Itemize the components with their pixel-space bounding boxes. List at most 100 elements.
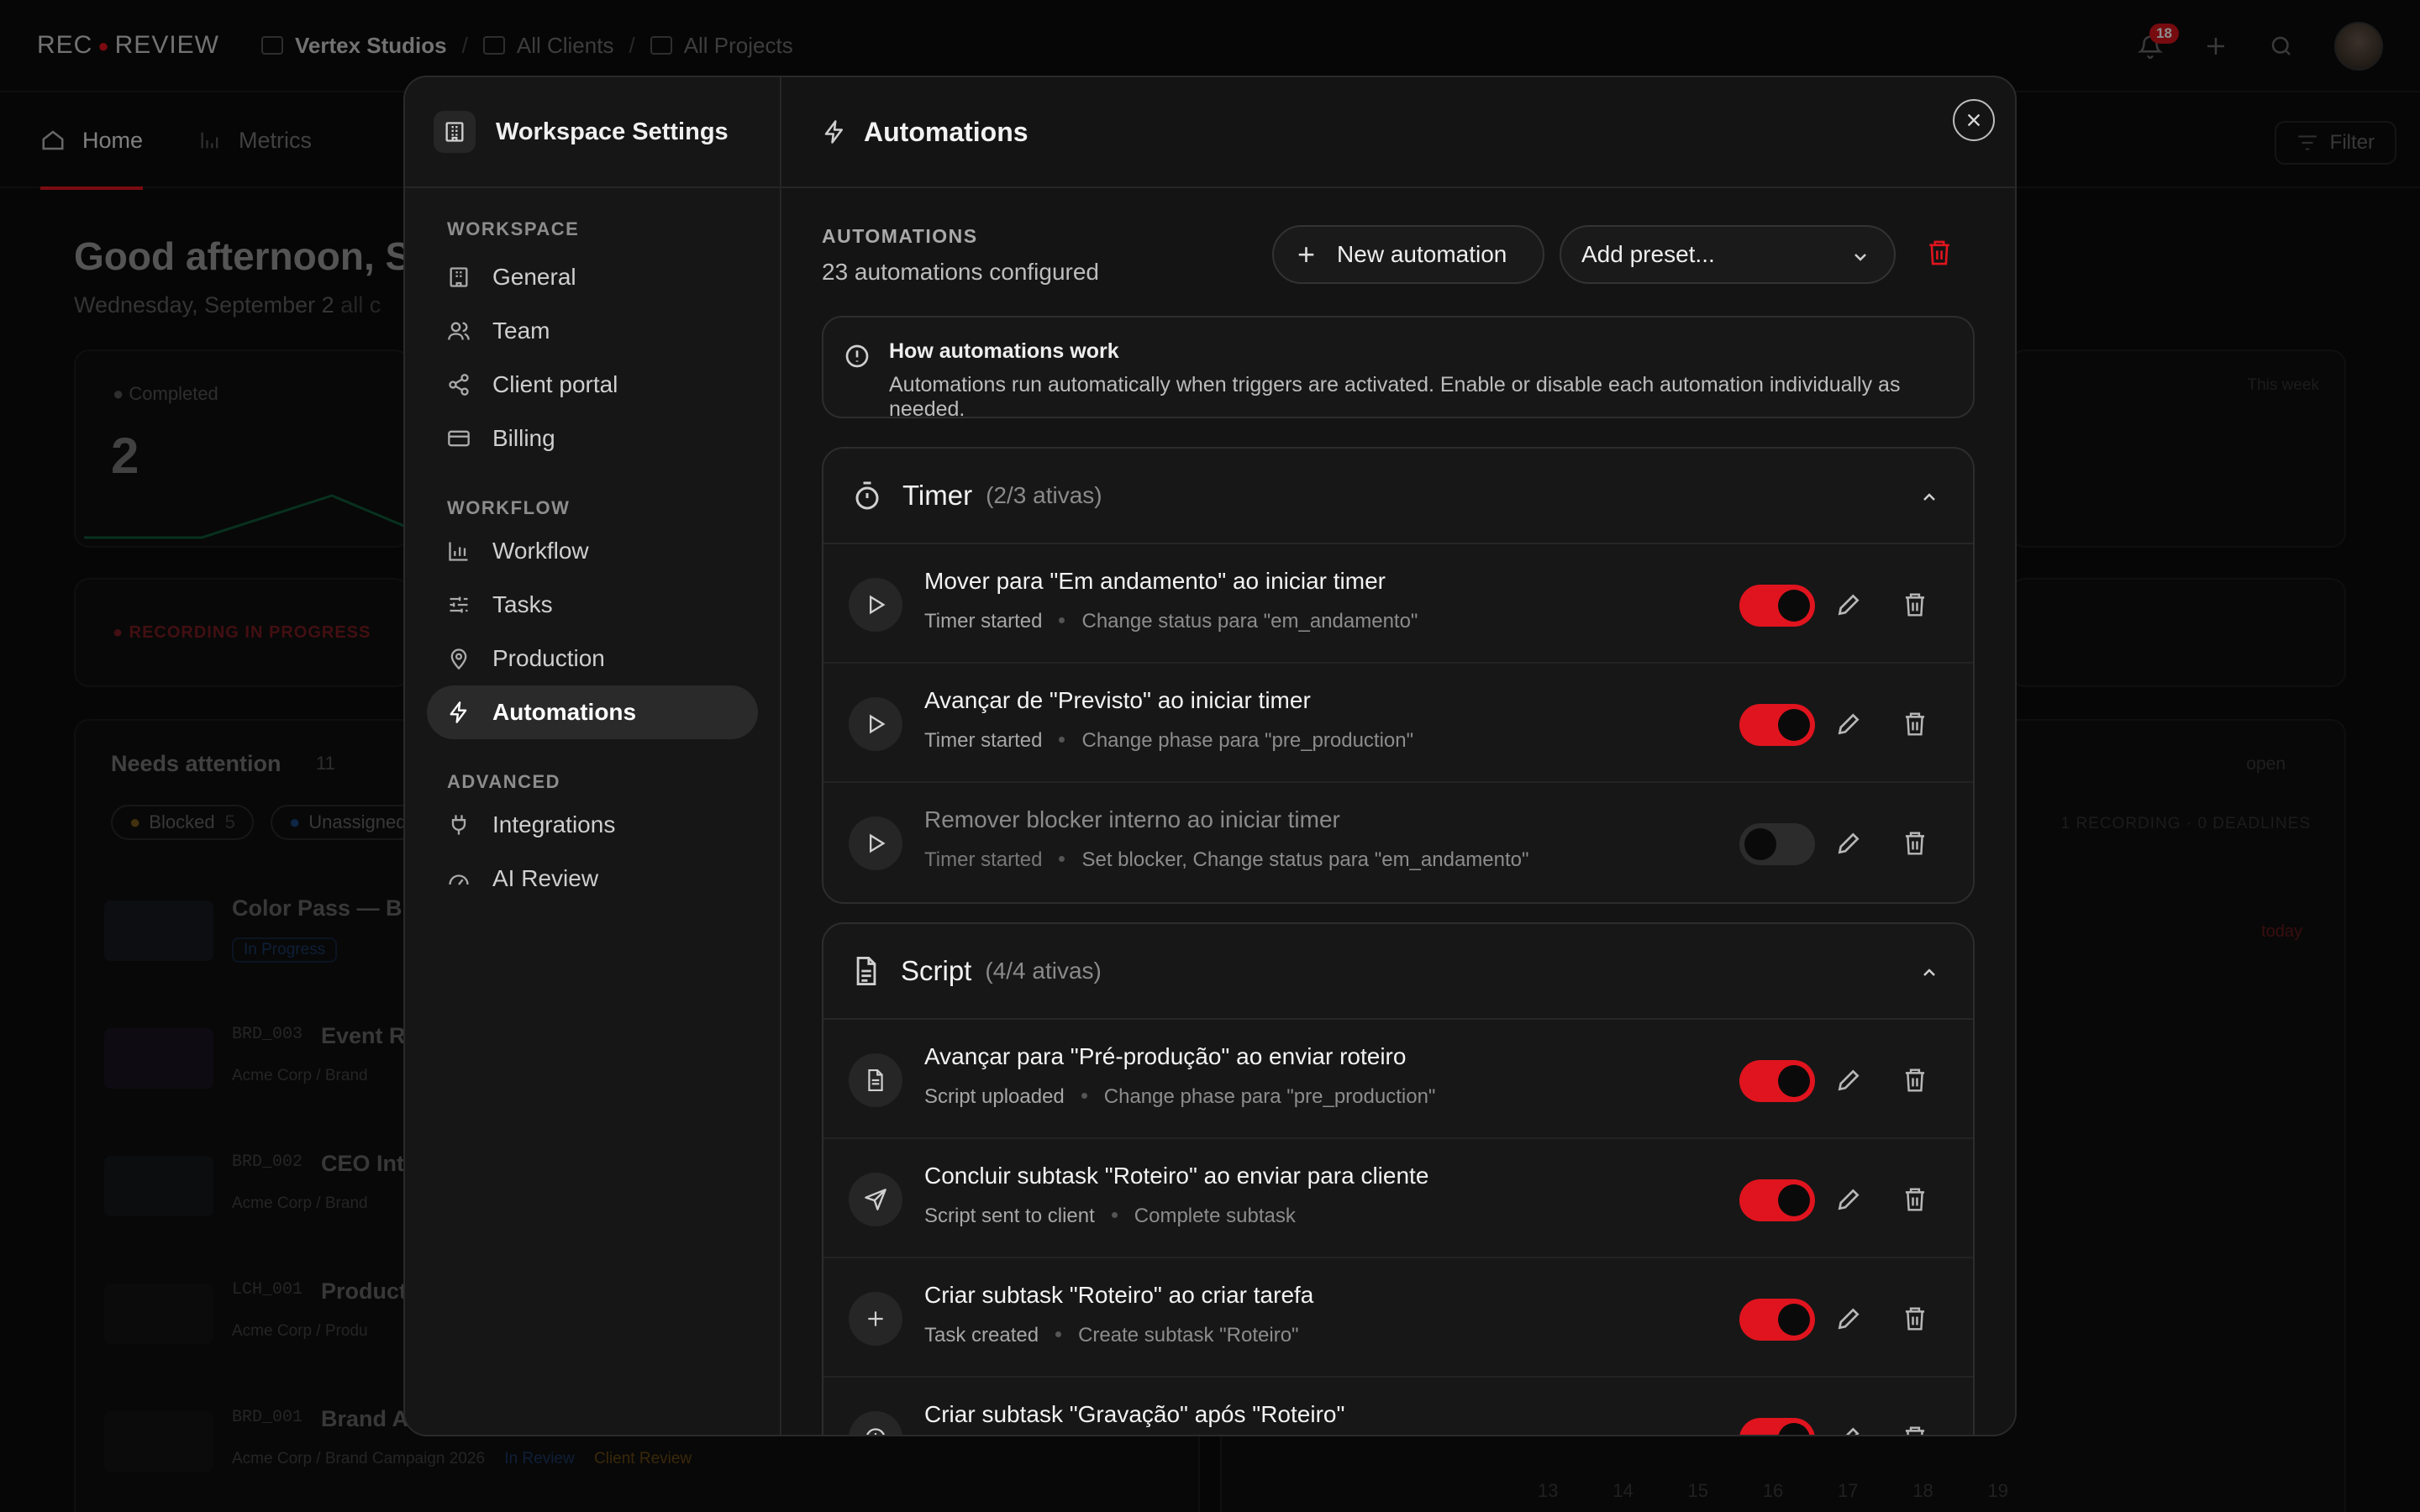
trash-icon[interactable] (1902, 1425, 1928, 1436)
sidebar-item-integrations[interactable]: Integrations (427, 798, 758, 852)
automation-title: Mover para "Em andamento" ao iniciar tim… (924, 568, 1386, 594)
automation-toggle[interactable] (1739, 704, 1815, 746)
close-button[interactable] (1953, 99, 1995, 141)
trash-icon (1929, 240, 1949, 265)
section-title-workspace: WORKSPACE (447, 218, 580, 239)
sidebar-item-production[interactable]: Production (427, 632, 758, 685)
automation-row: Mover para "Em andamento" ao iniciar tim… (823, 544, 1973, 664)
zap-icon (447, 701, 471, 724)
edit-icon[interactable] (1835, 1305, 1862, 1332)
sidebar-item-label: General (492, 264, 576, 290)
clock-icon (849, 1411, 902, 1435)
group-header[interactable]: Script (4/4 ativas) (823, 924, 1973, 1020)
automation-row: Criar subtask "Roteiro" ao criar tarefa … (823, 1258, 1973, 1378)
sidebar-title: Workspace Settings (496, 118, 729, 145)
automation-toggle[interactable] (1739, 585, 1815, 627)
document-icon (856, 957, 876, 985)
sidebar-item-automations[interactable]: Automations (427, 685, 758, 739)
sidebar-item-general[interactable]: General (427, 250, 758, 304)
edit-icon[interactable] (1835, 1425, 1862, 1436)
sidebar-item-label: Integrations (492, 811, 616, 837)
automation-summary: Task created Create subtask "Roteiro" (924, 1324, 1299, 1347)
settings-sidebar: Workspace Settings WORKSPACE General Tea… (405, 77, 781, 1435)
building-icon (447, 265, 471, 289)
building-icon (434, 111, 476, 153)
edit-icon[interactable] (1835, 830, 1862, 857)
automation-row: Remover blocker interno ao iniciar timer… (823, 783, 1973, 902)
trash-icon[interactable] (1902, 591, 1928, 618)
sidebar-item-label: Client portal (492, 371, 618, 397)
automation-toggle[interactable] (1739, 1179, 1815, 1221)
trash-icon[interactable] (1902, 1067, 1928, 1094)
info-text: Automations run automatically when trigg… (889, 373, 1901, 421)
sidebar-item-tasks[interactable]: Tasks (427, 578, 758, 632)
trash-icon[interactable] (1902, 711, 1928, 738)
automation-summary: Script uploaded Change phase para "pre_pr… (924, 1085, 1436, 1108)
play-icon (849, 697, 902, 751)
automation-summary: Script sent to client Complete subtask (924, 1205, 1296, 1227)
users-icon (447, 319, 471, 343)
info-title: How automations work (889, 339, 1119, 363)
automation-row: Avançar de "Previsto" ao iniciar timer T… (823, 664, 1973, 783)
edit-icon[interactable] (1835, 1186, 1862, 1213)
plus-icon: + (1297, 237, 1316, 271)
automation-toggle[interactable] (1739, 1299, 1815, 1341)
sidebar-item-label: Team (492, 318, 550, 344)
credit-card-icon (447, 427, 471, 450)
plus-icon (849, 1292, 902, 1346)
new-automation-label: New automation (1337, 241, 1507, 267)
edit-icon[interactable] (1835, 591, 1862, 618)
sidebar-item-client-portal[interactable]: Client portal (427, 358, 758, 412)
stopwatch-icon (855, 481, 879, 510)
automation-toggle[interactable] (1739, 1418, 1815, 1435)
sidebar-item-label: Automations (492, 699, 637, 725)
chevron-up-icon[interactable] (1919, 487, 1939, 507)
automation-title: Remover blocker interno ao iniciar timer (924, 806, 1340, 832)
trash-icon[interactable] (1902, 1186, 1928, 1213)
sliders-icon (447, 593, 471, 617)
chevron-up-icon[interactable] (1919, 963, 1939, 983)
document-icon (849, 1053, 902, 1107)
sidebar-item-team[interactable]: Team (427, 304, 758, 358)
sidebar-item-label: AI Review (492, 865, 599, 891)
edit-icon[interactable] (1835, 1067, 1862, 1094)
automation-toggle[interactable] (1739, 823, 1815, 865)
bar-chart-icon (447, 539, 471, 563)
sidebar-item-ai-review[interactable]: AI Review (427, 852, 758, 906)
group-title: Timer (902, 480, 973, 511)
trash-icon[interactable] (1902, 830, 1928, 857)
play-icon (849, 816, 902, 870)
automation-group-timer: Timer (2/3 ativas) Mover para "Em andame… (822, 447, 1975, 904)
group-header[interactable]: Timer (2/3 ativas) (823, 449, 1973, 544)
sidebar-item-label: Tasks (492, 591, 553, 617)
automation-title: Avançar de "Previsto" ao iniciar timer (924, 687, 1311, 713)
section-title-advanced: ADVANCED (447, 771, 561, 792)
info-icon (845, 344, 869, 368)
sidebar-item-label: Billing (492, 425, 555, 451)
play-icon (849, 578, 902, 632)
edit-icon[interactable] (1835, 711, 1862, 738)
sidebar-item-label: Workflow (492, 538, 589, 564)
sidebar-item-label: Production (492, 645, 605, 671)
automation-title: Avançar para "Pré-produção" ao enviar ro… (924, 1043, 1407, 1069)
automation-toggle[interactable] (1739, 1060, 1815, 1102)
panel-title: Automations (864, 116, 1028, 147)
group-title: Script (901, 955, 972, 986)
map-pin-icon (447, 647, 471, 670)
automation-summary: Timer started Change status para "em_anda… (924, 610, 1418, 633)
trash-icon[interactable] (1902, 1305, 1928, 1332)
add-preset-select[interactable]: Add preset... (1560, 225, 1896, 284)
section-title-workflow: WORKFLOW (447, 497, 571, 518)
panel-header: Automations (781, 77, 2015, 188)
sidebar-item-workflow[interactable]: Workflow (427, 524, 758, 578)
workspace-settings-modal: Workspace Settings WORKSPACE General Tea… (403, 76, 2017, 1436)
sidebar-item-billing[interactable]: Billing (427, 412, 758, 465)
info-box: How automations work Automations run aut… (822, 316, 1975, 421)
delete-all-button[interactable] (1926, 239, 1953, 271)
automations-label: AUTOMATIONS (822, 225, 978, 247)
new-automation-button[interactable]: + New automation (1272, 225, 1544, 284)
automation-title: Concluir subtask "Roteiro" ao enviar par… (924, 1163, 1429, 1189)
automation-summary: Timer started Set blocker, Change status … (924, 848, 1529, 871)
automation-title: Criar subtask "Roteiro" ao criar tarefa (924, 1282, 1314, 1308)
automations-count: 23 automations configured (822, 259, 1099, 285)
